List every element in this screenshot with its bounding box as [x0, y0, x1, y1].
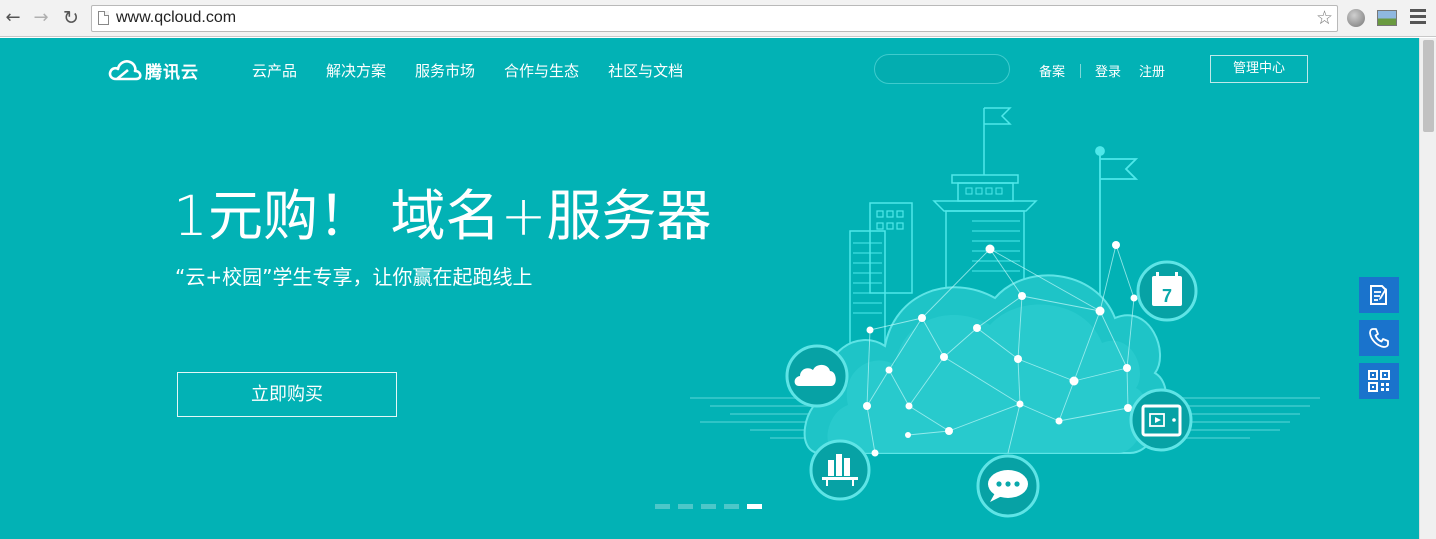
cloud-logo-icon	[108, 60, 142, 81]
nav-item-partners[interactable]: 合作与生态	[504, 60, 579, 81]
carousel-indicators	[655, 504, 770, 509]
carousel-dot[interactable]	[678, 504, 693, 509]
cloud-icon	[785, 344, 849, 408]
vertical-scrollbar[interactable]	[1419, 38, 1436, 539]
video-icon	[1129, 388, 1193, 452]
browser-toolbar: ← → ↻ www.qcloud.com ☆	[0, 0, 1436, 37]
calendar-icon: 7	[1136, 260, 1198, 322]
nav-item-products[interactable]: 云产品	[252, 60, 297, 81]
carousel-dot[interactable]	[701, 504, 716, 509]
hamburger-menu-icon[interactable]	[1410, 9, 1426, 27]
logo-text: 腾讯云	[145, 62, 199, 83]
back-arrow-icon[interactable]: ←	[2, 6, 24, 30]
carousel-dot[interactable]	[724, 504, 739, 509]
url-text[interactable]: www.qcloud.com	[116, 9, 236, 27]
qr-code-button[interactable]	[1359, 363, 1399, 399]
chat-icon	[976, 454, 1040, 518]
address-bar[interactable]: www.qcloud.com ☆	[91, 5, 1338, 32]
star-icon[interactable]: ☆	[1316, 7, 1333, 29]
main-nav: 云产品 解决方案 服务市场 合作与生态 社区与文档	[252, 60, 712, 81]
scroll-thumb[interactable]	[1423, 40, 1434, 132]
register-link[interactable]: 注册	[1139, 61, 1165, 80]
nav-item-solutions[interactable]: 解决方案	[326, 60, 386, 81]
hero-subhead: “云+校园”学生专享，让你赢在起跑线上	[175, 265, 533, 289]
books-icon	[809, 439, 871, 501]
page-content: 腾讯云 云产品 解决方案 服务市场 合作与生态 社区与文档 备案 登录 注册 管…	[0, 38, 1419, 539]
edit-note-icon	[1370, 285, 1387, 305]
beian-link[interactable]: 备案	[1039, 61, 1065, 80]
nav-item-marketplace[interactable]: 服务市场	[415, 60, 475, 81]
hero-headline: 1元购！ 域名+服务器	[173, 184, 712, 248]
qr-code-icon	[1368, 370, 1390, 392]
login-link[interactable]: 登录	[1095, 61, 1121, 80]
console-button[interactable]: 管理中心	[1210, 55, 1308, 83]
divider	[1080, 63, 1082, 78]
svg-text:7: 7	[1162, 286, 1172, 306]
reload-icon[interactable]: ↻	[60, 6, 82, 30]
carousel-dot-active[interactable]	[747, 504, 762, 509]
logo[interactable]: 腾讯云	[108, 58, 199, 83]
forward-arrow-icon[interactable]: →	[30, 6, 52, 30]
globe-icon[interactable]	[1347, 9, 1365, 27]
phone-button[interactable]	[1359, 320, 1399, 356]
image-icon[interactable]	[1377, 10, 1397, 26]
search-input[interactable]	[874, 54, 1010, 84]
top-links: 备案 登录 注册	[1039, 61, 1165, 80]
phone-icon	[1369, 328, 1389, 348]
nav-item-community[interactable]: 社区与文档	[608, 60, 683, 81]
buy-now-button[interactable]: 立即购买	[177, 372, 397, 417]
side-toolbar	[1359, 277, 1399, 406]
feedback-button[interactable]	[1359, 277, 1399, 313]
carousel-dot[interactable]	[655, 504, 670, 509]
page-icon	[98, 11, 109, 25]
hero-illustration: 7	[690, 107, 1320, 518]
